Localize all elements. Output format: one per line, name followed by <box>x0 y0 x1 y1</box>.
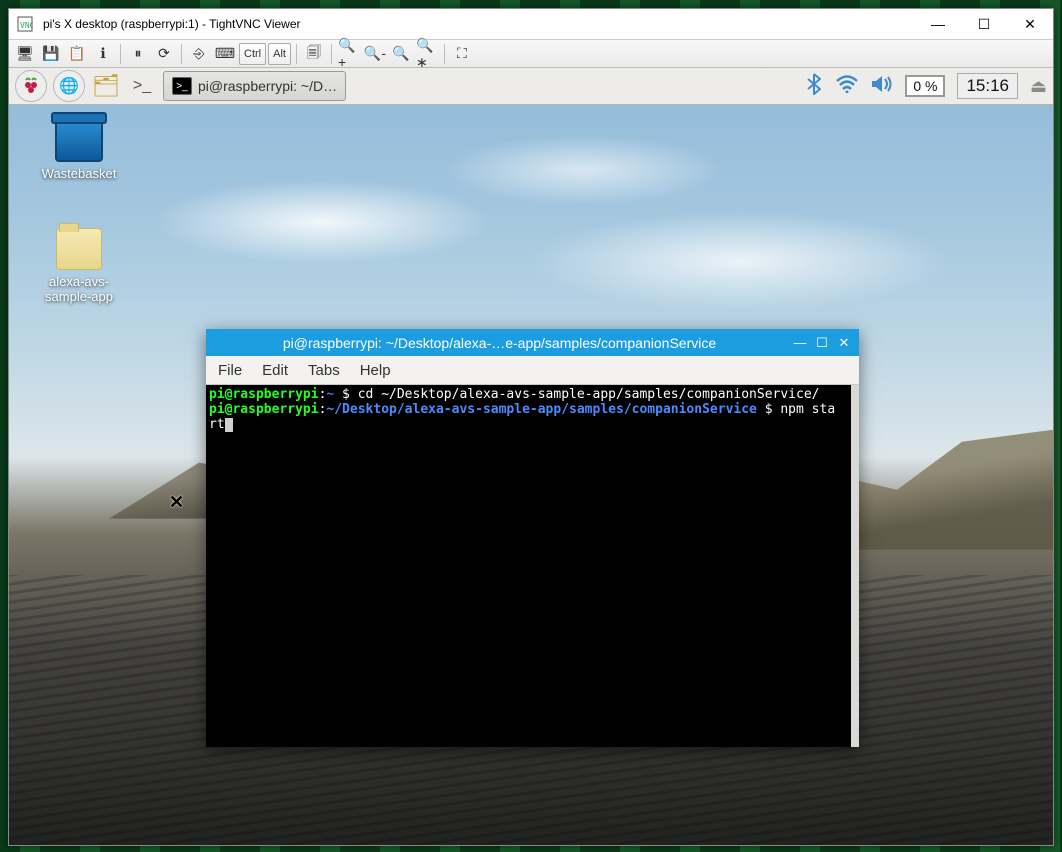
window-controls: — ☐ ✕ <box>915 9 1053 39</box>
terminal-output[interactable]: pi@raspberrypi:~ $ cd ~/Desktop/alexa-av… <box>206 385 859 747</box>
zoom-100-icon[interactable]: 🔍 <box>389 42 413 66</box>
options-icon[interactable]: 📋 <box>65 42 89 66</box>
command-text: rt <box>209 417 225 432</box>
remote-cursor-icon: ✕ <box>169 492 184 513</box>
menu-tabs[interactable]: Tabs <box>300 359 348 382</box>
folder-icon <box>56 228 102 270</box>
wifi-icon[interactable] <box>835 75 859 98</box>
fullscreen-icon[interactable]: ⛶ <box>450 42 474 66</box>
vnc-title-text: pi's X desktop (raspberrypi:1) - TightVN… <box>41 17 915 31</box>
taskbar-item-label: pi@raspberrypi: ~/D… <box>198 78 337 94</box>
system-tray: 0 % 15:16 ⏏ <box>805 73 1047 100</box>
vnc-window: VNC pi's X desktop (raspberrypi:1) - Tig… <box>8 8 1054 846</box>
toolbar-separator <box>331 44 332 64</box>
file-manager-button[interactable]: 🗂 <box>91 71 121 101</box>
zoom-in-icon[interactable]: 🔍+ <box>337 42 361 66</box>
prompt-user: pi@raspberrypi <box>209 387 319 402</box>
minimize-button[interactable]: — <box>915 9 961 39</box>
volume-icon[interactable] <box>871 75 893 98</box>
zoom-out-icon[interactable]: 🔍- <box>363 42 387 66</box>
terminal-minimize-button[interactable]: — <box>791 334 809 352</box>
toolbar-separator <box>120 44 121 64</box>
maximize-button[interactable]: ☐ <box>961 9 1007 39</box>
vnc-app-icon: VNC <box>15 14 35 34</box>
command-text: cd ~/Desktop/alexa-avs-sample-app/sample… <box>350 387 820 402</box>
connection-info-icon[interactable]: ℹ <box>91 42 115 66</box>
prompt-user: pi@raspberrypi <box>209 402 319 417</box>
close-button[interactable]: ✕ <box>1007 9 1053 39</box>
alt-key-toggle[interactable]: Alt <box>268 43 291 65</box>
toolbar-separator <box>296 44 297 64</box>
terminal-cursor-icon <box>225 418 233 432</box>
toolbar-separator <box>444 44 445 64</box>
trash-icon <box>55 118 103 162</box>
terminal-title-text: pi@raspberrypi: ~/Desktop/alexa-…e-app/s… <box>212 335 787 351</box>
ctrl-key-toggle[interactable]: Ctrl <box>239 43 266 65</box>
pause-icon[interactable]: ⏸ <box>126 42 150 66</box>
raspberry-icon <box>21 76 41 96</box>
taskbar-item-terminal[interactable]: >_ pi@raspberrypi: ~/D… <box>163 71 346 101</box>
zoom-auto-icon[interactable]: 🔍∗ <box>415 42 439 66</box>
terminal-icon: >_ <box>133 77 151 95</box>
command-text: npm sta <box>773 402 836 417</box>
terminal-line: pi@raspberrypi:~/Desktop/alexa-avs-sampl… <box>209 402 848 417</box>
desktop-icon-wastebasket[interactable]: Wastebasket <box>39 118 119 181</box>
terminal-line: pi@raspberrypi:~ $ cd ~/Desktop/alexa-av… <box>209 387 848 402</box>
pi-menu-button[interactable] <box>15 70 47 102</box>
desktop-icon-folder-alexa[interactable]: alexa-avs- sample-app <box>39 228 119 304</box>
terminal-line: rt <box>209 417 848 432</box>
file-transfer-icon[interactable]: 🗐 <box>302 42 326 66</box>
menu-file[interactable]: File <box>210 359 250 382</box>
terminal-titlebar[interactable]: pi@raspberrypi: ~/Desktop/alexa-…e-app/s… <box>206 329 859 356</box>
terminal-launcher-button[interactable]: >_ <box>127 71 157 101</box>
cpu-usage-indicator[interactable]: 0 % <box>905 75 945 97</box>
ctrl-alt-del-icon[interactable]: ⎆ <box>187 42 211 66</box>
save-icon[interactable]: 💾 <box>39 42 63 66</box>
vnc-titlebar[interactable]: VNC pi's X desktop (raspberrypi:1) - Tig… <box>9 9 1053 40</box>
globe-icon: 🌐 <box>59 76 79 96</box>
terminal-maximize-button[interactable]: ☐ <box>813 334 831 352</box>
new-connection-icon[interactable]: 🖥 <box>13 42 37 66</box>
prompt-path: ~/Desktop/alexa-avs-sample-app/samples/c… <box>326 402 756 417</box>
bluetooth-icon[interactable] <box>805 73 823 100</box>
svg-text:VNC: VNC <box>20 21 33 30</box>
desktop-icon-label: Wastebasket <box>39 166 119 181</box>
desktop-icon-label: alexa-avs- sample-app <box>39 274 119 304</box>
menu-edit[interactable]: Edit <box>254 359 296 382</box>
terminal-close-button[interactable]: ✕ <box>835 334 853 352</box>
web-browser-button[interactable]: 🌐 <box>53 70 85 102</box>
folders-icon: 🗂 <box>92 73 120 99</box>
clock[interactable]: 15:16 <box>957 73 1018 99</box>
send-keys-icon[interactable]: ⌨ <box>213 42 237 66</box>
toolbar-separator <box>181 44 182 64</box>
remote-screen[interactable]: 🌐 🗂 >_ >_ pi@raspberrypi: ~/D… <box>9 68 1053 845</box>
eject-icon[interactable]: ⏏ <box>1030 76 1047 97</box>
vnc-toolbar: 🖥 💾 📋 ℹ ⏸ ⟳ ⎆ ⌨ Ctrl Alt 🗐 🔍+ 🔍- 🔍 🔍∗ ⛶ <box>9 40 1053 68</box>
menu-help[interactable]: Help <box>352 359 399 382</box>
pi-taskbar: 🌐 🗂 >_ >_ pi@raspberrypi: ~/D… <box>9 68 1053 105</box>
refresh-icon[interactable]: ⟳ <box>152 42 176 66</box>
terminal-window[interactable]: pi@raspberrypi: ~/Desktop/alexa-…e-app/s… <box>206 329 859 747</box>
terminal-menubar: File Edit Tabs Help <box>206 356 859 385</box>
terminal-icon: >_ <box>172 77 192 95</box>
